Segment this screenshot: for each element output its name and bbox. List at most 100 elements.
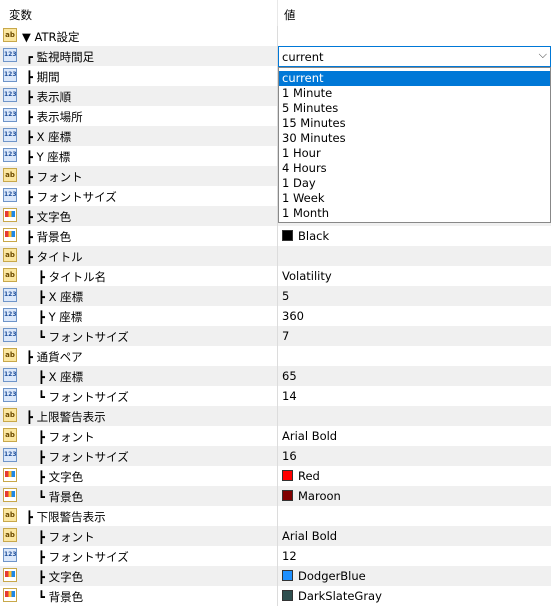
property-row[interactable]: ┣ 背景色 Black	[0, 226, 551, 246]
string-type-icon: ab	[3, 428, 17, 442]
color-type-icon	[3, 588, 17, 602]
property-row[interactable]: ┗ 背景色 Maroon	[0, 486, 551, 506]
property-row[interactable]: 123 ┗ フォントサイズ 14	[0, 386, 551, 406]
property-value[interactable]: DarkSlateGray	[298, 589, 382, 603]
dropdown-option[interactable]: 15 Minutes	[279, 116, 550, 131]
string-type-icon: ab	[3, 508, 17, 522]
column-divider	[277, 326, 278, 346]
property-value[interactable]: DodgerBlue	[298, 569, 366, 583]
column-divider	[277, 386, 278, 406]
number-type-icon: 123	[3, 48, 17, 62]
property-name: ┗ フォントサイズ	[38, 330, 129, 344]
property-row[interactable]: 123 ┗ フォントサイズ 7	[0, 326, 551, 346]
dropdown-option[interactable]: 1 Month	[279, 206, 550, 221]
timeframe-combobox[interactable]: current ⌵	[278, 46, 551, 67]
column-divider	[277, 566, 278, 586]
color-type-icon	[3, 468, 17, 482]
column-divider	[277, 486, 278, 506]
column-divider	[277, 546, 278, 566]
property-name: ┣ 表示場所	[26, 110, 83, 124]
property-row[interactable]: ab ┣ タイトル	[0, 246, 551, 266]
property-value[interactable]: Volatility	[282, 269, 332, 283]
number-type-icon: 123	[3, 368, 17, 382]
property-row[interactable]: ab ┣ 通貨ペア	[0, 346, 551, 366]
color-swatch	[282, 570, 293, 581]
number-type-icon: 123	[3, 88, 17, 102]
column-divider	[277, 466, 278, 486]
property-name: ┣ 背景色	[26, 230, 72, 244]
property-name: ┏ 監視時間足	[26, 50, 95, 64]
dropdown-option[interactable]: 1 Hour	[279, 146, 550, 161]
property-row[interactable]: 123 ┣ X 座標 65	[0, 366, 551, 386]
string-type-icon: ab	[3, 168, 17, 182]
property-row[interactable]: ab ┣ タイトル名 Volatility	[0, 266, 551, 286]
property-row[interactable]: ┣ 文字色 Red	[0, 466, 551, 486]
dropdown-option[interactable]: 5 Minutes	[279, 101, 550, 116]
property-row[interactable]: ab ┣ 上限警告表示	[0, 406, 551, 426]
property-value[interactable]: Arial Bold	[282, 529, 337, 543]
column-separator[interactable]	[277, 0, 278, 26]
property-row[interactable]: 123 ┣ フォントサイズ 16	[0, 446, 551, 466]
property-value[interactable]: Red	[298, 469, 320, 483]
property-name: ┣ 文字色	[26, 210, 72, 224]
property-name: ┣ X 座標	[26, 130, 72, 144]
number-type-icon: 123	[3, 308, 17, 322]
column-divider	[277, 506, 278, 526]
property-name: ┣ フォントサイズ	[26, 190, 117, 204]
property-row[interactable]: ┗ 背景色 DarkSlateGray	[0, 586, 551, 606]
chevron-down-icon[interactable]: ⌵	[539, 48, 547, 62]
timeframe-combobox-value: current	[282, 50, 324, 64]
property-row[interactable]: 123 ┣ フォントサイズ 12	[0, 546, 551, 566]
color-type-icon	[3, 568, 17, 582]
property-name: ┣ Y 座標	[26, 150, 71, 164]
column-divider	[277, 446, 278, 466]
dropdown-option[interactable]: 30 Minutes	[279, 131, 550, 146]
property-name: ┣ 通貨ペア	[26, 350, 83, 364]
column-divider	[277, 286, 278, 306]
property-row[interactable]: 123 ┣ X 座標 5	[0, 286, 551, 306]
number-type-icon: 123	[3, 328, 17, 342]
dropdown-option[interactable]: current	[279, 71, 550, 86]
column-header-value[interactable]: 値	[284, 7, 296, 23]
dropdown-option[interactable]: 1 Week	[279, 191, 550, 206]
property-name: ┗ 背景色	[38, 490, 84, 504]
property-value[interactable]: Black	[298, 229, 329, 243]
column-divider	[277, 406, 278, 426]
property-row[interactable]: 123 ┣ Y 座標 360	[0, 306, 551, 326]
property-name: ┣ タイトル	[26, 250, 83, 264]
dropdown-option[interactable]: 1 Minute	[279, 86, 550, 101]
number-type-icon: 123	[3, 68, 17, 82]
column-header-variable[interactable]: 変数	[9, 7, 32, 23]
property-value[interactable]: Arial Bold	[282, 429, 337, 443]
property-value[interactable]: 65	[282, 369, 297, 383]
property-row[interactable]: ┣ 文字色 DodgerBlue	[0, 566, 551, 586]
property-name: ┣ 上限警告表示	[26, 410, 106, 424]
property-name: ┣ 文字色	[38, 570, 84, 584]
property-row[interactable]: ab ┣ フォント Arial Bold	[0, 526, 551, 546]
property-value[interactable]: 7	[282, 329, 289, 343]
color-type-icon	[3, 228, 17, 242]
string-type-icon: ab	[3, 408, 17, 422]
property-row[interactable]: ab ▼ ATR設定	[0, 26, 551, 46]
property-name: ┣ フォントサイズ	[38, 550, 129, 564]
property-name: ┣ タイトル名	[38, 270, 107, 284]
string-type-icon: ab	[3, 268, 17, 282]
number-type-icon: 123	[3, 288, 17, 302]
color-type-icon	[3, 488, 17, 502]
color-swatch	[282, 230, 293, 241]
property-value[interactable]: 360	[282, 309, 304, 323]
property-name: ┣ フォント	[26, 170, 83, 184]
property-value[interactable]: 5	[282, 289, 289, 303]
column-divider	[277, 346, 278, 366]
property-value[interactable]: 16	[282, 449, 297, 463]
dropdown-option[interactable]: 4 Hours	[279, 161, 550, 176]
property-row[interactable]: ab ┣ フォント Arial Bold	[0, 426, 551, 446]
property-value[interactable]: Maroon	[298, 489, 341, 503]
property-value[interactable]: 12	[282, 549, 297, 563]
dropdown-option[interactable]: 1 Day	[279, 176, 550, 191]
property-name: ┣ X 座標	[38, 370, 84, 384]
number-type-icon: 123	[3, 148, 17, 162]
column-divider	[277, 226, 278, 246]
property-value[interactable]: 14	[282, 389, 297, 403]
property-row[interactable]: ab ┣ 下限警告表示	[0, 506, 551, 526]
